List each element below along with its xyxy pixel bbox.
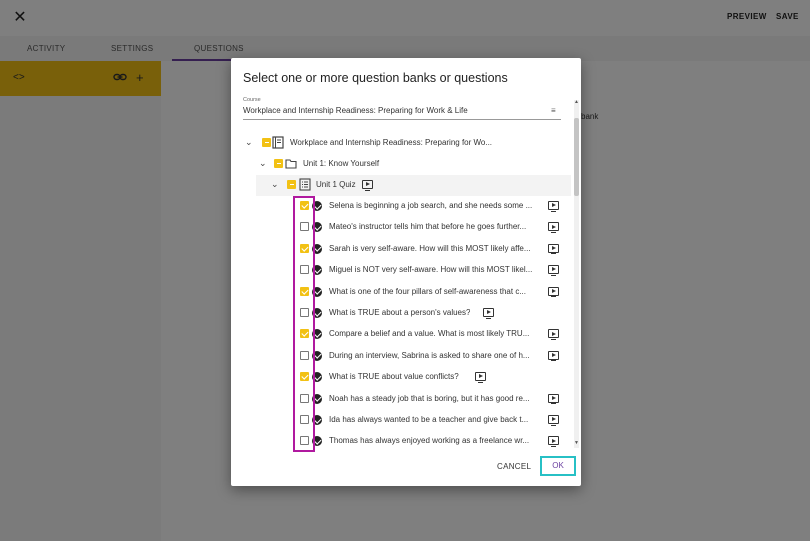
unit-label-text: Unit 1: Know Yourself	[303, 159, 380, 168]
scroll-thumb[interactable]	[574, 118, 579, 196]
question-row[interactable]: What is one of the four pillars of self-…	[231, 282, 571, 303]
dropdown-menu-icon[interactable]: ≡	[551, 106, 556, 115]
course-label-text: Workplace and Internship Readiness: Prep…	[290, 138, 493, 147]
tree-row-unit[interactable]: ⌄ Unit 1: Know Yourself	[231, 154, 571, 175]
chevron-down-icon[interactable]: ⌄	[259, 158, 267, 169]
question-row[interactable]: Selena is beginning a job search, and sh…	[231, 196, 571, 217]
preview-icon[interactable]	[548, 265, 559, 276]
quiz-list-icon	[299, 178, 311, 191]
preview-icon[interactable]	[548, 329, 559, 340]
question-label: Sarah is very self-aware. How will this …	[329, 243, 531, 253]
question-row[interactable]: During an interview, Sabrina is asked to…	[231, 346, 571, 367]
quiz-label-text: Unit 1 Quiz	[316, 180, 356, 189]
cancel-button[interactable]: CANCEL	[497, 462, 531, 471]
quiz-preview-icon[interactable]	[362, 180, 373, 191]
scroll-up-arrow-icon[interactable]: ▲	[574, 99, 579, 105]
question-label: Compare a belief and a value. What is mo…	[329, 329, 530, 339]
tree-scrollbar[interactable]	[574, 100, 579, 448]
chevron-down-icon[interactable]: ⌄	[271, 179, 279, 190]
preview-icon[interactable]	[548, 243, 559, 255]
preview-icon[interactable]	[548, 286, 559, 298]
question-row[interactable]: Ida has always wanted to be a teacher an…	[231, 410, 571, 431]
question-row[interactable]: Sarah is very self-aware. How will this …	[231, 239, 571, 260]
question-row[interactable]: Compare a belief and a value. What is mo…	[231, 324, 571, 345]
preview-icon[interactable]	[548, 393, 559, 405]
quiz-checkbox[interactable]	[287, 180, 296, 189]
question-row[interactable]: Mateo's instructor tells him that before…	[231, 217, 571, 238]
scroll-down-arrow-icon[interactable]: ▼	[574, 440, 579, 446]
course-field-underline	[243, 119, 561, 120]
question-row[interactable]: Miguel is NOT very self-aware. How will …	[231, 260, 571, 281]
question-label: Noah has a steady job that is boring, bu…	[329, 393, 530, 403]
chevron-down-icon[interactable]: ⌄	[245, 137, 253, 148]
folder-icon	[285, 159, 297, 169]
tree-row-course[interactable]: ⌄ Workplace and Internship Readiness: Pr…	[231, 133, 571, 154]
question-row[interactable]: What is TRUE about a person's values?	[231, 303, 571, 324]
preview-icon[interactable]	[548, 415, 559, 426]
unit-checkbox[interactable]	[274, 159, 283, 168]
dialog-title: Select one or more question banks or que…	[243, 71, 508, 85]
question-label: Thomas has always enjoyed working as a f…	[329, 436, 530, 446]
question-label: What is TRUE about a person's values?	[329, 308, 471, 317]
question-label: Ida has always wanted to be a teacher an…	[329, 415, 529, 424]
preview-icon[interactable]	[548, 222, 559, 233]
ok-button[interactable]: OK	[540, 456, 576, 476]
question-row[interactable]: Noah has a steady job that is boring, bu…	[231, 389, 571, 410]
question-label: Miguel is NOT very self-aware. How will …	[329, 265, 533, 275]
preview-icon[interactable]	[548, 201, 559, 212]
question-label: What is one of the four pillars of self-…	[329, 286, 526, 296]
question-label: Selena is beginning a job search, and sh…	[329, 201, 533, 210]
preview-icon[interactable]	[483, 308, 494, 319]
question-bank-dialog: Select one or more question banks or que…	[231, 58, 581, 486]
question-tree: ⌄ Workplace and Internship Readiness: Pr…	[231, 128, 571, 453]
preview-icon[interactable]	[548, 350, 559, 362]
question-label: What is TRUE about value conflicts?	[329, 372, 459, 382]
preview-icon[interactable]	[475, 372, 486, 383]
checkbox-column-highlight	[293, 196, 315, 452]
course-book-icon	[272, 136, 284, 149]
question-row[interactable]: What is TRUE about value conflicts?	[231, 367, 571, 388]
question-label: During an interview, Sabrina is asked to…	[329, 350, 530, 360]
course-select[interactable]: Workplace and Internship Readiness: Prep…	[243, 106, 468, 115]
course-checkbox[interactable]	[262, 138, 271, 147]
question-label: Mateo's instructor tells him that before…	[329, 222, 527, 232]
question-row[interactable]: Thomas has always enjoyed working as a f…	[231, 431, 571, 452]
tree-row-quiz[interactable]: ⌄ Unit 1 Quiz	[256, 175, 571, 196]
course-label: Course	[243, 97, 261, 103]
preview-icon[interactable]	[548, 436, 559, 447]
